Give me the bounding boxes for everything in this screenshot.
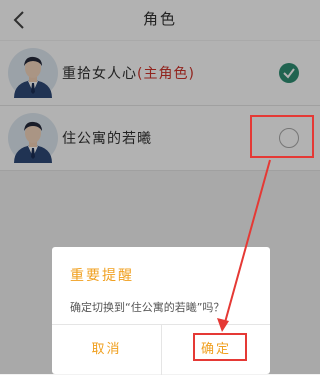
dialog-message: 确定切换到“住公寓的若曦”吗？: [70, 301, 225, 314]
annotation-highlight-radio: [250, 115, 314, 158]
dialog-title: 重要提醒: [70, 268, 134, 284]
annotation-highlight-confirm: [193, 333, 247, 361]
cancel-button[interactable]: 取消: [52, 325, 161, 375]
